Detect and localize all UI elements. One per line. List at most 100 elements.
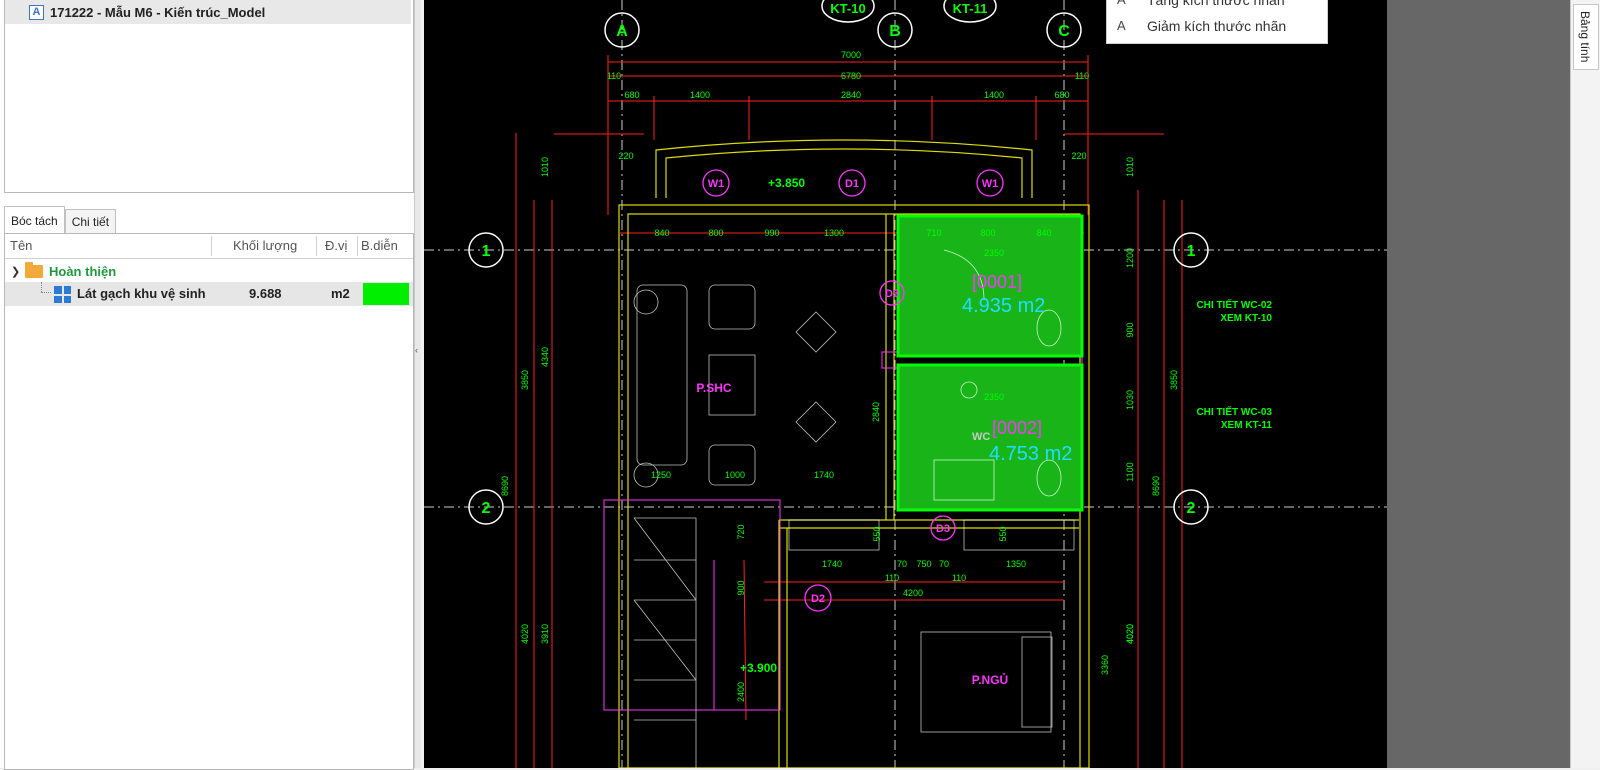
room-label: WC [972,431,990,443]
row-color-swatch[interactable] [363,283,409,305]
dim-label: 1400 [984,90,1004,100]
dim-label: 70 [939,559,949,569]
tag-label: D3 [885,288,899,300]
font-increase-icon: A [1117,0,1126,7]
table-row[interactable]: Lát gạch khu vệ sinh 9.688 m2 [5,282,413,306]
dim-label: 2840 [841,90,861,100]
dim-label: 2840 [871,402,881,422]
cad-drawing[interactable]: A B C 1 1 2 2 KT-10 KT-11 7000 6780 110 … [424,0,1387,768]
project-row[interactable]: A 171222 - Mẫu M6 - Kiến trúc_Model [5,0,411,24]
dim-label: 110 [607,71,621,81]
panel-splitter[interactable]: ‹ [415,0,421,768]
dim-label: 2350 [984,248,1004,258]
tab-boc-tach[interactable]: Bóc tách [4,206,65,234]
dim-label: 8690 [1151,476,1161,496]
dim-label: 220 [1071,151,1086,161]
dim-label: 840 [1036,228,1051,238]
folder-open-icon [25,261,43,278]
dim-label: 1300 [824,228,844,238]
dim-label: 4200 [903,588,923,598]
grid-label: 1 [1187,243,1196,260]
row-qty: 9.688 [249,286,282,301]
room-label: P.SHC [696,381,731,395]
dim-label: 1200 [1125,248,1135,268]
font-decrease-icon: A [1117,18,1126,33]
grid-label: B [889,23,901,40]
dim-label: 900 [1125,322,1135,337]
area-value-label: 4.935 m2 [962,295,1045,317]
menu-item-increase-label[interactable]: A Tăng kích thước nhãn [1107,0,1327,14]
detail-note: XEM KT-10 [1220,313,1272,324]
dim-label: 1000 [725,470,745,480]
dim-label: 1100 [1125,462,1135,481]
detail-note: CHI TIẾT WC-03 [1196,405,1272,418]
group-row[interactable]: ❯ Hoàn thiện [5,260,413,282]
dim-label: 3850 [520,370,530,390]
dim-label: 550 [998,526,1008,541]
room-label: P.NGỦ [972,672,1008,687]
viewport-gutter [1387,0,1570,768]
dim-label: 800 [980,228,995,238]
dim-label: 3910 [540,624,550,644]
dim-label: 1030 [1125,390,1135,410]
dim-label: 680 [624,90,639,100]
dim-label: 720 [736,524,746,539]
callout-label: KT-11 [953,1,988,16]
grid-label: A [616,23,628,40]
project-tree: A 171222 - Mẫu M6 - Kiến trúc_Model [4,0,414,193]
col-unit-header[interactable]: Đ.vị [325,238,347,253]
grid-label: C [1058,23,1070,40]
grid-header: Tên Khối lượng Đ.vị B.diễn [5,234,413,259]
dim-label: 900 [736,580,746,595]
tab-bar: Bóc tách Chi tiết [4,206,117,234]
row-name: Lát gạch khu vệ sinh [77,286,206,301]
right-side-bar: Bảng tính [1570,0,1600,768]
project-file-icon: A [29,4,44,20]
tab-bang-tinh[interactable]: Bảng tính [1573,4,1599,70]
dim-label: 1010 [1125,157,1135,177]
col-qty-header[interactable]: Khối lượng [233,238,297,253]
context-menu: A Tăng kích thước nhãn A Giảm kích thước… [1106,0,1328,44]
cad-viewport[interactable]: A B C 1 1 2 2 KT-10 KT-11 7000 6780 110 … [424,0,1387,768]
dim-label: 1250 [651,470,671,480]
dim-label: 3360 [1100,655,1110,675]
tile-category-icon [54,286,71,303]
chevron-down-icon[interactable]: ❯ [11,265,25,278]
tag-label: W1 [708,178,725,190]
dim-label: 550 [872,526,882,541]
dim-label: 710 [926,228,941,238]
dim-label: 680 [1054,90,1069,100]
tag-label: D3 [936,523,950,535]
project-name: 171222 - Mẫu M6 - Kiến trúc_Model [50,4,266,20]
dim-label: 6780 [841,71,861,81]
dim-label: 4340 [540,347,550,367]
dim-label: 800 [708,228,723,238]
collapse-arrow-icon[interactable]: ‹ [415,345,418,355]
dim-label: 4020 [520,624,530,644]
detail-note: CHI TIẾT WC-02 [1196,298,1272,311]
dim-label: 1400 [690,90,710,100]
dim-label: 7000 [841,50,861,60]
tag-label: D1 [845,178,859,190]
dim-label: 8690 [500,476,510,496]
grid-label: 2 [482,500,491,517]
level-label: +3.850 [768,176,805,190]
area-code-label: [0002] [992,418,1042,438]
col-name-header[interactable]: Tên [10,238,32,253]
menu-item-decrease-label[interactable]: A Giảm kích thước nhãn [1107,18,1327,40]
left-panel: A 171222 - Mẫu M6 - Kiến trúc_Model Bóc … [0,0,415,770]
dim-label: 110 [885,573,899,583]
dim-label: 1740 [822,559,842,569]
tag-label: W1 [982,178,999,190]
col-color-header[interactable]: B.diễn [361,238,398,253]
group-label: Hoàn thiện [49,263,117,279]
detail-note: XEM KT-11 [1221,420,1273,431]
area-code-label: [0001] [972,272,1022,292]
tab-chi-tiet[interactable]: Chi tiết [64,209,117,233]
dim-label: 4020 [1125,624,1135,644]
level-label: +3.900 [740,661,777,675]
quantity-grid: Tên Khối lượng Đ.vị B.diễn ❯ Hoàn thiện … [4,233,414,770]
dim-label: 1740 [814,470,834,480]
dim-label: 3850 [1169,370,1179,390]
dim-label: 2350 [984,392,1004,402]
